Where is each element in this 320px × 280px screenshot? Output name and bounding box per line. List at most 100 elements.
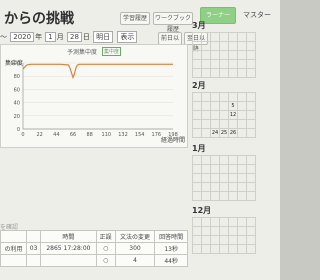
calendar-day[interactable] <box>201 173 211 183</box>
calendar-day[interactable] <box>210 155 220 165</box>
calendar-day[interactable] <box>192 50 202 60</box>
calendar-day[interactable] <box>237 59 247 69</box>
calendar-day[interactable] <box>246 50 256 60</box>
calendar-day[interactable] <box>210 41 220 51</box>
calendar-day[interactable] <box>210 50 220 60</box>
calendar-day[interactable] <box>237 68 247 78</box>
calendar-day[interactable] <box>210 68 220 78</box>
calendar-day[interactable] <box>228 68 238 78</box>
calendar-day[interactable] <box>210 182 220 192</box>
calendar-day[interactable] <box>219 164 229 174</box>
calendar-day[interactable] <box>237 101 247 111</box>
calendar-day[interactable] <box>201 217 211 227</box>
calendar-day[interactable] <box>201 41 211 51</box>
calendar-day[interactable] <box>228 217 238 227</box>
year-select[interactable]: 2020 <box>10 32 35 42</box>
calendar-day[interactable] <box>192 191 202 201</box>
calendar-day[interactable] <box>237 235 247 245</box>
calendar-day[interactable] <box>219 110 229 120</box>
table-row[interactable]: ○ 4 44秒 <box>0 254 188 267</box>
calendar-day[interactable] <box>237 191 247 201</box>
calendar-day[interactable] <box>210 173 220 183</box>
calendar-day[interactable] <box>219 226 229 236</box>
calendar-day[interactable] <box>246 59 256 69</box>
calendar-day[interactable] <box>246 226 256 236</box>
calendar-day[interactable] <box>237 32 247 42</box>
calendar-day[interactable]: 25 <box>219 128 229 138</box>
calendar-day[interactable] <box>237 92 247 102</box>
calendar-day[interactable] <box>228 59 238 69</box>
calendar-day[interactable] <box>210 191 220 201</box>
calendar-day[interactable] <box>192 32 202 42</box>
calendar-day[interactable] <box>246 92 256 102</box>
calendar-day[interactable] <box>246 32 256 42</box>
calendar-day[interactable] <box>246 128 256 138</box>
calendar-day[interactable] <box>201 50 211 60</box>
tomorrow-button[interactable]: 明日 <box>93 31 114 43</box>
calendar-day[interactable] <box>228 155 238 165</box>
calendar-day[interactable] <box>210 164 220 174</box>
calendar-day[interactable] <box>201 92 211 102</box>
calendar-day[interactable] <box>228 226 238 236</box>
calendar-day[interactable] <box>237 226 247 236</box>
calendar-day[interactable] <box>201 119 211 129</box>
calendar-day[interactable] <box>192 164 202 174</box>
calendar-day[interactable] <box>201 164 211 174</box>
calendar-day[interactable] <box>246 41 256 51</box>
calendar-day[interactable] <box>228 182 238 192</box>
calendar-day[interactable] <box>219 59 229 69</box>
calendar-day[interactable] <box>237 155 247 165</box>
calendar-day[interactable] <box>192 182 202 192</box>
calendar-day[interactable] <box>201 155 211 165</box>
calendar-day[interactable] <box>237 173 247 183</box>
calendar-day[interactable] <box>201 235 211 245</box>
calendar-day[interactable] <box>228 173 238 183</box>
table-row[interactable]: の利用 03 2865 17:28:00 ○ 300 13秒 <box>0 242 188 255</box>
calendar-day[interactable] <box>237 182 247 192</box>
calendar-day[interactable] <box>237 110 247 120</box>
calendar-day[interactable] <box>192 128 202 138</box>
calendar-day[interactable] <box>192 217 202 227</box>
calendar-day[interactable] <box>228 119 238 129</box>
calendar-day[interactable] <box>237 164 247 174</box>
day-select[interactable]: 28 <box>67 32 82 42</box>
calendar-day[interactable] <box>201 226 211 236</box>
calendar-day[interactable] <box>210 110 220 120</box>
calendar-day[interactable] <box>192 59 202 69</box>
calendar-day[interactable] <box>219 235 229 245</box>
calendar-day[interactable] <box>219 119 229 129</box>
calendar-day[interactable] <box>219 244 229 254</box>
calendar-day[interactable] <box>237 244 247 254</box>
calendar-day[interactable] <box>246 164 256 174</box>
month-select[interactable]: 1 <box>45 32 56 42</box>
calendar-day[interactable] <box>210 59 220 69</box>
calendar-day[interactable] <box>219 68 229 78</box>
calendar-day[interactable] <box>237 50 247 60</box>
calendar-day[interactable] <box>246 217 256 227</box>
calendar-day[interactable] <box>201 128 211 138</box>
calendar-day[interactable] <box>210 119 220 129</box>
calendar-day[interactable] <box>210 226 220 236</box>
calendar-day[interactable] <box>219 101 229 111</box>
calendar-day[interactable] <box>192 68 202 78</box>
show-button[interactable]: 表示 <box>117 31 138 43</box>
calendar-day[interactable] <box>201 59 211 69</box>
calendar-day[interactable] <box>219 41 229 51</box>
calendar-day[interactable] <box>228 92 238 102</box>
calendar-day[interactable] <box>237 217 247 227</box>
calendar-day[interactable] <box>219 155 229 165</box>
calendar-day[interactable] <box>192 110 202 120</box>
calendar-day[interactable] <box>246 182 256 192</box>
calendar-day[interactable] <box>210 101 220 111</box>
calendar-day[interactable] <box>210 32 220 42</box>
tab-master[interactable]: マスター <box>243 10 271 20</box>
calendar-day[interactable] <box>201 101 211 111</box>
calendar-day[interactable] <box>201 244 211 254</box>
calendar-day[interactable] <box>219 182 229 192</box>
calendar-day[interactable] <box>201 32 211 42</box>
calendar-day[interactable] <box>192 226 202 236</box>
calendar-day[interactable] <box>237 128 247 138</box>
calendar-day[interactable] <box>192 92 202 102</box>
calendar-day[interactable] <box>192 155 202 165</box>
calendar-day[interactable]: 26 <box>228 128 238 138</box>
